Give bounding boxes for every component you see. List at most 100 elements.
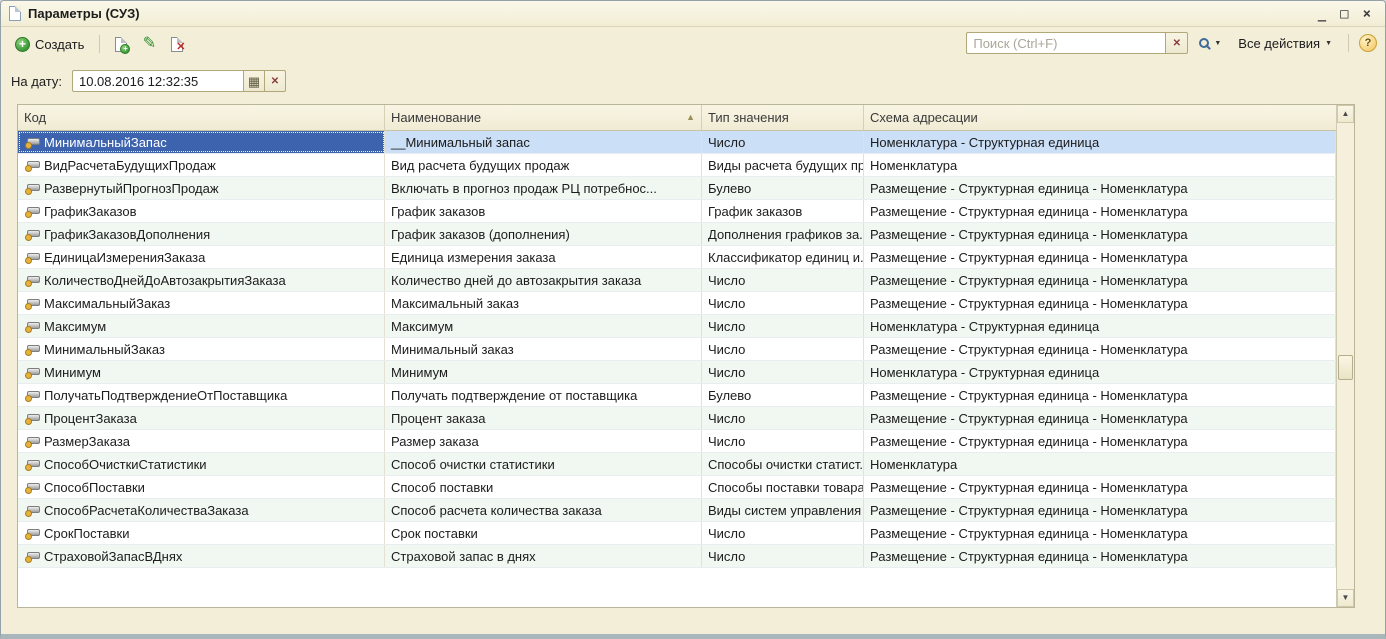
table-row[interactable]: СтраховойЗапасВДнях Страховой запас в дн… — [18, 545, 1336, 568]
date-input[interactable] — [72, 70, 244, 92]
cell-code[interactable]: СпособПоставки — [18, 476, 385, 498]
cell-type[interactable]: Классификатор единиц и... — [702, 246, 864, 268]
cell-scheme[interactable]: Размещение - Структурная единица - Номен… — [864, 223, 1336, 245]
cell-name[interactable]: Процент заказа — [385, 407, 702, 429]
table-row[interactable]: СпособПоставки Способ поставки Способы п… — [18, 476, 1336, 499]
cell-name[interactable]: __Минимальный запас — [385, 131, 702, 153]
find-menu-button[interactable]: ▼ — [1193, 35, 1227, 51]
table-row[interactable]: Максимум Максимум Число Номенклатура - С… — [18, 315, 1336, 338]
cell-code[interactable]: СпособРасчетаКоличестваЗаказа — [18, 499, 385, 521]
cell-code[interactable]: МаксимальныйЗаказ — [18, 292, 385, 314]
cell-type[interactable]: Виды систем управления ... — [702, 499, 864, 521]
table-row[interactable]: СпособОчисткиСтатистики Способ очистки с… — [18, 453, 1336, 476]
cell-scheme[interactable]: Размещение - Структурная единица - Номен… — [864, 407, 1336, 429]
cell-type[interactable]: Число — [702, 430, 864, 452]
cell-scheme[interactable]: Номенклатура — [864, 453, 1336, 475]
table-row[interactable]: РазмерЗаказа Размер заказа Число Размеще… — [18, 430, 1336, 453]
cell-code[interactable]: ГрафикЗаказов — [18, 200, 385, 222]
cell-name[interactable]: Количество дней до автозакрытия заказа — [385, 269, 702, 291]
cell-type[interactable]: Способы очистки статист... — [702, 453, 864, 475]
cell-type[interactable]: Число — [702, 269, 864, 291]
cell-scheme[interactable]: Размещение - Структурная единица - Номен… — [864, 269, 1336, 291]
cell-code[interactable]: ГрафикЗаказовДополнения — [18, 223, 385, 245]
cell-type[interactable]: Число — [702, 522, 864, 544]
cell-name[interactable]: Размер заказа — [385, 430, 702, 452]
all-actions-button[interactable]: Все действия ▼ — [1232, 33, 1338, 54]
table-row[interactable]: ПолучатьПодтверждениеОтПоставщика Получа… — [18, 384, 1336, 407]
cell-type[interactable]: Булево — [702, 177, 864, 199]
cell-scheme[interactable]: Номенклатура - Структурная единица — [864, 131, 1336, 153]
cell-code[interactable]: РазвернутыйПрогнозПродаж — [18, 177, 385, 199]
edit-button[interactable]: ✎ — [137, 32, 161, 56]
table-row[interactable]: РазвернутыйПрогнозПродаж Включать в прог… — [18, 177, 1336, 200]
table-row[interactable]: ГрафикЗаказовДополнения График заказов (… — [18, 223, 1336, 246]
minimize-button[interactable]: _ — [1318, 7, 1326, 21]
cell-code[interactable]: СпособОчисткиСтатистики — [18, 453, 385, 475]
cell-name[interactable]: Способ расчета количества заказа — [385, 499, 702, 521]
cell-name[interactable]: Получать подтверждение от поставщика — [385, 384, 702, 406]
table-row[interactable]: СпособРасчетаКоличестваЗаказа Способ рас… — [18, 499, 1336, 522]
column-header-scheme[interactable]: Схема адресации — [864, 105, 1336, 130]
cell-code[interactable]: СрокПоставки — [18, 522, 385, 544]
cell-scheme[interactable]: Размещение - Структурная единица - Номен… — [864, 246, 1336, 268]
cell-scheme[interactable]: Размещение - Структурная единица - Номен… — [864, 177, 1336, 199]
column-header-name[interactable]: Наименование ▲ — [385, 105, 702, 130]
cell-code[interactable]: ЕдиницаИзмеренияЗаказа — [18, 246, 385, 268]
search-clear-button[interactable]: ✕ — [1166, 32, 1188, 54]
table-row[interactable]: МинимальныйЗапас __Минимальный запас Чис… — [18, 131, 1336, 154]
cell-name[interactable]: График заказов (дополнения) — [385, 223, 702, 245]
cell-scheme[interactable]: Номенклатура - Структурная единица — [864, 315, 1336, 337]
cell-code[interactable]: ВидРасчетаБудущихПродаж — [18, 154, 385, 176]
cell-name[interactable]: Единица измерения заказа — [385, 246, 702, 268]
table-row[interactable]: ПроцентЗаказа Процент заказа Число Разме… — [18, 407, 1336, 430]
cell-code[interactable]: МинимальныйЗаказ — [18, 338, 385, 360]
cell-scheme[interactable]: Размещение - Структурная единица - Номен… — [864, 384, 1336, 406]
cell-name[interactable]: Максимальный заказ — [385, 292, 702, 314]
table-row[interactable]: МаксимальныйЗаказ Максимальный заказ Чис… — [18, 292, 1336, 315]
cell-scheme[interactable]: Размещение - Структурная единица - Номен… — [864, 476, 1336, 498]
column-header-code[interactable]: Код — [18, 105, 385, 130]
create-button[interactable]: + Создать — [9, 34, 90, 55]
cell-scheme[interactable]: Размещение - Структурная единица - Номен… — [864, 338, 1336, 360]
column-header-type[interactable]: Тип значения — [702, 105, 864, 130]
cell-scheme[interactable]: Номенклатура - Структурная единица — [864, 361, 1336, 383]
cell-code[interactable]: КоличествоДнейДоАвтозакрытияЗаказа — [18, 269, 385, 291]
delete-button[interactable]: ✕ — [165, 32, 189, 56]
cell-name[interactable]: Минимальный заказ — [385, 338, 702, 360]
help-button[interactable]: ? — [1359, 34, 1377, 52]
cell-name[interactable]: Способ очистки статистики — [385, 453, 702, 475]
cell-type[interactable]: Способы поставки товара — [702, 476, 864, 498]
cell-name[interactable]: Включать в прогноз продаж РЦ потребнос..… — [385, 177, 702, 199]
cell-type[interactable]: График заказов — [702, 200, 864, 222]
table-row[interactable]: ГрафикЗаказов График заказов График зака… — [18, 200, 1336, 223]
table-row[interactable]: Минимум Минимум Число Номенклатура - Стр… — [18, 361, 1336, 384]
cell-scheme[interactable]: Размещение - Структурная единица - Номен… — [864, 200, 1336, 222]
cell-type[interactable]: Число — [702, 292, 864, 314]
cell-code[interactable]: Максимум — [18, 315, 385, 337]
cell-code[interactable]: РазмерЗаказа — [18, 430, 385, 452]
cell-name[interactable]: Минимум — [385, 361, 702, 383]
search-input[interactable] — [966, 32, 1166, 54]
cell-scheme[interactable]: Номенклатура — [864, 154, 1336, 176]
cell-name[interactable]: Страховой запас в днях — [385, 545, 702, 567]
cell-name[interactable]: Срок поставки — [385, 522, 702, 544]
cell-name[interactable]: Максимум — [385, 315, 702, 337]
scroll-up-button[interactable]: ▲ — [1337, 105, 1354, 123]
cell-code[interactable]: ПолучатьПодтверждениеОтПоставщика — [18, 384, 385, 406]
cell-type[interactable]: Число — [702, 545, 864, 567]
cell-name[interactable]: Вид расчета будущих продаж — [385, 154, 702, 176]
cell-code[interactable]: СтраховойЗапасВДнях — [18, 545, 385, 567]
table-row[interactable]: МинимальныйЗаказ Минимальный заказ Число… — [18, 338, 1336, 361]
date-clear-button[interactable]: ✕ — [265, 70, 286, 92]
cell-name[interactable]: График заказов — [385, 200, 702, 222]
cell-type[interactable]: Число — [702, 338, 864, 360]
cell-scheme[interactable]: Размещение - Структурная единица - Номен… — [864, 292, 1336, 314]
cell-type[interactable]: Число — [702, 315, 864, 337]
cell-scheme[interactable]: Размещение - Структурная единица - Номен… — [864, 522, 1336, 544]
cell-type[interactable]: Число — [702, 361, 864, 383]
cell-scheme[interactable]: Размещение - Структурная единица - Номен… — [864, 545, 1336, 567]
cell-name[interactable]: Способ поставки — [385, 476, 702, 498]
cell-code[interactable]: ПроцентЗаказа — [18, 407, 385, 429]
copy-button[interactable]: + — [109, 32, 133, 56]
scrollbar-thumb[interactable] — [1338, 355, 1353, 380]
